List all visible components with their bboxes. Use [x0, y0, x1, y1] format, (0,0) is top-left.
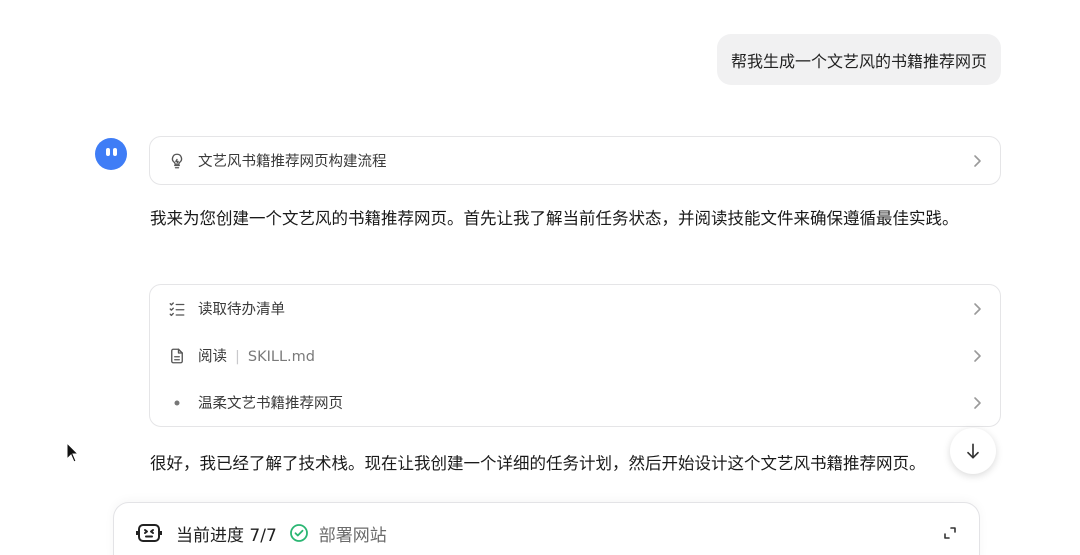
- avatar-eye-right: [113, 148, 117, 156]
- document-icon: [166, 345, 188, 367]
- bullet-icon: [166, 392, 188, 414]
- step-row-todo[interactable]: 读取待办清单: [150, 285, 1000, 332]
- mouse-cursor-icon: [66, 442, 80, 463]
- arrow-down-icon: [967, 443, 979, 459]
- thought-label: 文艺风书籍推荐网页构建流程: [198, 154, 387, 170]
- checklist-icon: [166, 298, 188, 320]
- lightbulb-icon: [166, 150, 188, 172]
- step-file-name: SKILL.md: [247, 349, 315, 365]
- thought-row[interactable]: 文艺风书籍推荐网页构建流程: [150, 137, 1000, 184]
- chevron-right-icon: [974, 154, 981, 167]
- thought-card[interactable]: 文艺风书籍推荐网页构建流程: [149, 136, 1001, 185]
- step-label: 温柔文艺书籍推荐网页: [198, 396, 343, 412]
- avatar-eye-left: [106, 148, 110, 156]
- step-row-read-skill[interactable]: 阅读 | SKILL.md: [150, 332, 1000, 379]
- chevron-right-icon: [974, 302, 981, 315]
- chevron-right-icon: [974, 396, 981, 409]
- separator: |: [235, 349, 240, 365]
- step-label: 阅读: [198, 349, 227, 365]
- chevron-right-icon: [974, 349, 981, 362]
- check-circle-icon: [289, 524, 308, 542]
- user-message-bubble: 帮我生成一个文艺风的书籍推荐网页: [716, 34, 1001, 85]
- progress-panel[interactable]: 当前进度 7/7 部署网站: [113, 502, 980, 555]
- progress-title: 当前进度 7/7: [176, 525, 277, 546]
- scroll-to-bottom-button[interactable]: [950, 428, 996, 474]
- assistant-reply-2: 很好，我已经了解了技术栈。现在让我创建一个详细的任务计划，然后开始设计这个文艺风…: [150, 454, 926, 473]
- step-row-webpage[interactable]: 温柔文艺书籍推荐网页: [150, 379, 1000, 426]
- expand-icon[interactable]: [943, 526, 957, 540]
- step-label: 读取待办清单: [198, 302, 285, 318]
- progress-current-step: 部署网站: [318, 525, 387, 546]
- step-label-group: 阅读 | SKILL.md: [198, 345, 970, 366]
- assistant-reply-1: 我来为您创建一个文艺风的书籍推荐网页。首先让我了解当前任务状态，并阅读技能文件来…: [150, 209, 959, 228]
- assistant-avatar: [95, 138, 127, 170]
- robot-icon: [136, 524, 162, 542]
- steps-card: 读取待办清单 阅读 | SKILL.md 温柔文艺书籍推荐网页: [149, 284, 1001, 427]
